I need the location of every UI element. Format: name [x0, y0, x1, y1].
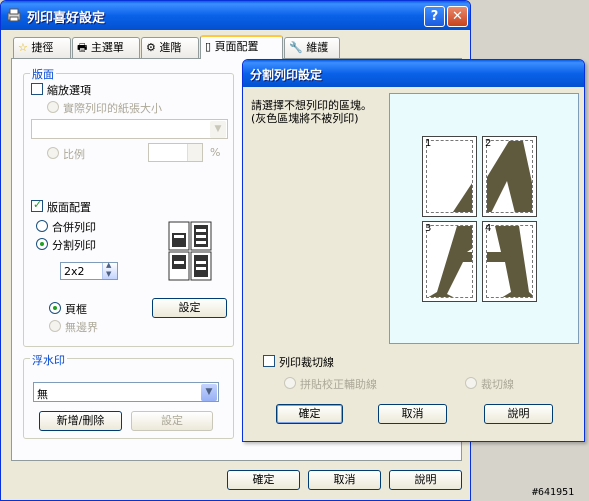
tab-advanced[interactable]: ⚙ 進階 — [141, 37, 199, 58]
print-cut-lines-label: 列印裁切線 — [279, 356, 334, 369]
main-ok-button[interactable]: 確定 — [227, 470, 300, 490]
ratio-radio[interactable] — [47, 147, 59, 159]
poster-dialog-title-bar[interactable]: 分割列印設定 — [243, 60, 584, 87]
tile-number: 1 — [425, 138, 432, 149]
poster-ok-button[interactable]: 確定 — [276, 404, 343, 424]
page-icon: ▯ — [205, 40, 212, 53]
poster-tile-4[interactable]: 4 — [482, 221, 537, 302]
page-layout-label: 版面配置 — [47, 201, 91, 214]
watermark-add-remove-button[interactable]: 新增/刪除 — [39, 411, 122, 431]
actual-paper-size-radio[interactable] — [47, 101, 59, 113]
borderless-label: 無邊界 — [65, 321, 98, 334]
tab-main[interactable]: 🖶 主選單 — [72, 37, 140, 58]
poster-size-combo[interactable]: 2x2 ▲ ▼ — [60, 261, 118, 280]
tile-number: 4 — [485, 223, 492, 234]
tile-number: 2 — [485, 138, 492, 149]
alignment-marks-label: 拼貼校正輔助線 — [300, 378, 377, 391]
poster-cancel-button[interactable]: 取消 — [378, 404, 447, 424]
ratio-spinner[interactable] — [148, 143, 203, 162]
poster-label: 分割列印 — [52, 239, 96, 252]
layout-settings-button[interactable]: 設定 — [152, 298, 227, 318]
watermark-settings-button[interactable]: 設定 — [131, 411, 213, 431]
poster-tile-3[interactable]: 3 — [422, 221, 477, 302]
poster-help-button[interactable]: 說明 — [484, 404, 553, 424]
watermark-group-title: 浮水印 — [30, 352, 67, 368]
watermark-value: 無 — [37, 388, 48, 401]
print-cut-lines-checkbox[interactable] — [263, 355, 275, 367]
image-watermark: #641951 — [532, 487, 575, 498]
main-title-bar[interactable]: 列印喜好設定 ? ✕ — [1, 1, 470, 30]
tile-number: 3 — [425, 223, 432, 234]
settings-icon: ⚙ — [146, 41, 156, 54]
star-icon: ☆ — [18, 41, 28, 54]
poster-tile-1[interactable]: 1 — [422, 136, 477, 217]
poster-tile-2[interactable]: 2 — [482, 136, 537, 217]
trim-lines-label: 裁切線 — [481, 378, 514, 391]
chevron-down-icon: ▼ — [201, 384, 217, 401]
main-window-title: 列印喜好設定 — [27, 11, 106, 26]
frame-radio[interactable] — [49, 302, 61, 314]
close-title-button[interactable]: ✕ — [447, 6, 468, 27]
trim-lines-radio[interactable] — [465, 377, 477, 389]
instruction-line2: (灰色區塊將不被列印) — [251, 112, 359, 125]
paper-size-combo[interactable]: ▼ — [31, 119, 228, 139]
ratio-label: 比例 — [63, 148, 85, 161]
tab-shortcut[interactable]: ☆ 捷徑 — [13, 37, 71, 58]
help-title-button[interactable]: ? — [424, 6, 445, 27]
alignment-marks-radio[interactable] — [284, 377, 296, 389]
percent-label: % — [210, 146, 221, 159]
layout-group-title: 版面 — [30, 66, 56, 82]
poster-radio[interactable] — [36, 238, 48, 250]
frame-label: 頁框 — [65, 303, 87, 316]
main-help-button[interactable]: 說明 — [389, 470, 462, 490]
actual-paper-size-label: 實際列印的紙張大小 — [63, 102, 162, 115]
watermark-combo[interactable]: 無 ▼ — [33, 382, 219, 402]
poster-preview-icon — [168, 221, 212, 281]
scale-option-label: 縮放選項 — [47, 84, 91, 97]
printer-icon — [6, 7, 22, 23]
printer-icon: 🖶 — [77, 41, 88, 54]
tab-maintenance[interactable]: 🔧 維護 — [284, 37, 340, 58]
poster-size-value: 2x2 — [64, 265, 85, 278]
spin-arrows-icon: ▲ ▼ — [102, 261, 117, 279]
wrench-icon: 🔧 — [289, 41, 303, 54]
tab-page-layout[interactable]: ▯ 頁面配置 — [200, 35, 283, 59]
poster-dialog-title: 分割列印設定 — [250, 68, 323, 82]
poster-preview-area: 1 2 3 4 — [389, 93, 579, 344]
chevron-down-icon: ▼ — [210, 121, 226, 138]
n-up-label: 合併列印 — [52, 221, 96, 234]
scale-option-checkbox[interactable] — [31, 83, 43, 95]
borderless-radio[interactable] — [49, 320, 61, 332]
page-layout-checkbox[interactable] — [31, 198, 43, 212]
n-up-radio[interactable] — [36, 220, 48, 232]
main-cancel-button[interactable]: 取消 — [308, 470, 381, 490]
poster-dialog: 分割列印設定 請選擇不想列印的區塊。 (灰色區塊將不被列印) 1 2 3 4 列… — [242, 59, 585, 442]
